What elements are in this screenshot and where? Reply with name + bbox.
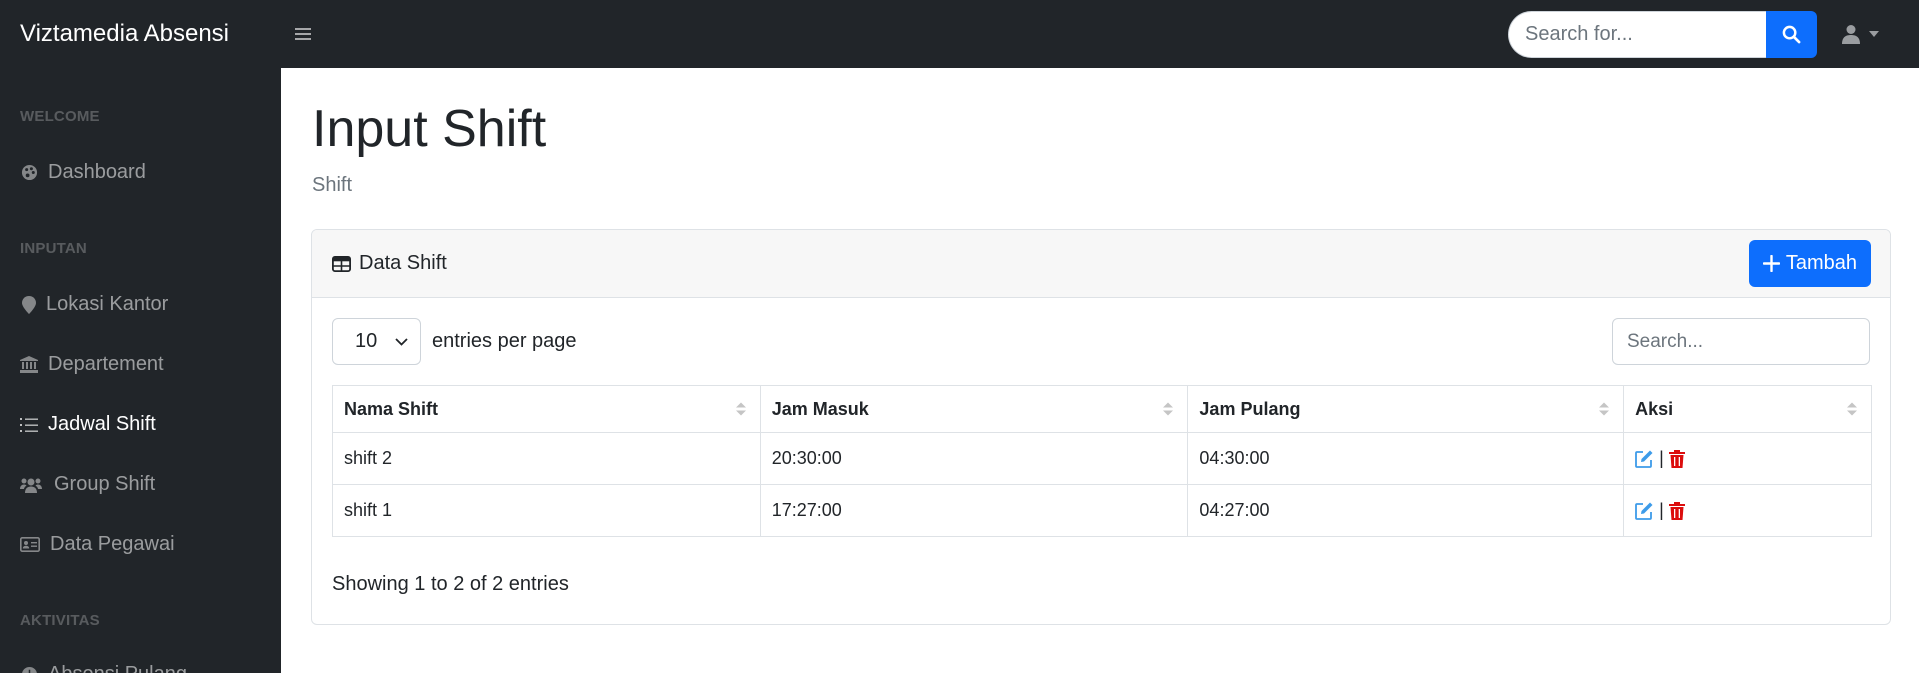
sidebar-toggle-button[interactable] — [288, 27, 318, 41]
column-header-label: Jam Masuk — [771, 398, 869, 419]
bank-icon — [20, 356, 38, 374]
clock-icon — [20, 666, 38, 673]
sidebar-item-label: Group Shift — [54, 473, 156, 495]
sidebar-item-absensi-pulang[interactable]: Absensi Pulang — [20, 663, 187, 673]
cell-jam-masuk: 17:27:00 — [759, 484, 1189, 537]
column-header-jam-masuk[interactable]: Jam Masuk — [759, 385, 1189, 433]
sidebar-item-data-pegawai[interactable]: Data Pegawai — [20, 533, 175, 556]
add-shift-button[interactable]: Tambah — [1748, 240, 1871, 287]
main-content: Input Shift Shift Data Shift Tambah 10 e… — [281, 68, 1919, 673]
cell-jam-pulang: 04:30:00 — [1187, 432, 1625, 485]
users-icon — [20, 476, 42, 494]
palette-icon — [20, 164, 38, 182]
sidebar-item-label: Lokasi Kantor — [46, 293, 169, 315]
trash-icon[interactable] — [1668, 501, 1685, 520]
brand-title[interactable]: Viztamedia Absensi — [0, 20, 280, 48]
cell-jam-masuk: 20:30:00 — [759, 432, 1189, 485]
sidebar-item-label: Dashboard — [48, 161, 146, 183]
column-header-aksi[interactable]: Aksi — [1623, 385, 1872, 433]
caret-down-icon — [1869, 31, 1879, 37]
table-controls: 10 entries per page — [332, 318, 1870, 365]
breadcrumb: Shift — [312, 174, 353, 196]
table-search-input[interactable] — [1612, 318, 1870, 365]
column-header-label: Nama Shift — [344, 398, 439, 419]
user-menu-dropdown[interactable] — [1841, 24, 1879, 44]
table-info: Showing 1 to 2 of 2 entries — [332, 573, 569, 595]
cell-nama-shift: shift 1 — [332, 484, 761, 537]
edit-icon[interactable] — [1635, 449, 1654, 468]
search-icon — [1782, 25, 1801, 43]
hamburger-icon — [295, 28, 311, 40]
card-title-text: Data Shift — [359, 252, 447, 274]
entries-per-page-label: entries per page — [432, 330, 577, 352]
table-row: shift 1 17:27:00 04:27:00 | — [332, 484, 1872, 537]
sidebar-heading-welcome: WELCOME — [20, 108, 100, 125]
sidebar-heading-inputan: INPUTAN — [20, 240, 87, 257]
action-separator: | — [1659, 448, 1664, 468]
top-search-button[interactable] — [1766, 10, 1817, 58]
sidebar: WELCOME Dashboard INPUTAN Lokasi Kantor … — [0, 68, 281, 673]
sidebar-item-label: Data Pegawai — [50, 533, 175, 555]
column-header-label: Jam Pulang — [1199, 398, 1301, 419]
chevron-down-icon — [395, 337, 408, 346]
card-header: Data Shift Tambah — [312, 230, 1890, 298]
sidebar-item-dashboard[interactable]: Dashboard — [20, 161, 146, 184]
trash-icon[interactable] — [1668, 449, 1685, 468]
plus-icon — [1762, 255, 1780, 272]
shift-table: Nama Shift Jam Masuk Jam Pulang Aksi shi… — [332, 385, 1872, 537]
sort-icon — [1847, 402, 1857, 416]
id-card-icon — [20, 536, 40, 554]
column-header-label: Aksi — [1635, 398, 1674, 419]
cell-jam-pulang: 04:27:00 — [1187, 484, 1625, 537]
table-row: shift 2 20:30:00 04:30:00 | — [332, 432, 1872, 485]
table-header-row: Nama Shift Jam Masuk Jam Pulang Aksi — [332, 385, 1872, 433]
top-search-group — [1508, 10, 1817, 58]
add-button-label: Tambah — [1785, 252, 1857, 274]
top-navbar: Viztamedia Absensi — [0, 0, 1919, 68]
entries-per-page-value: 10 — [355, 330, 378, 352]
column-header-nama-shift[interactable]: Nama Shift — [332, 385, 761, 433]
sidebar-item-group-shift[interactable]: Group Shift — [20, 473, 155, 496]
sidebar-heading-aktivitas: AKTIVITAS — [20, 612, 100, 629]
top-search-input[interactable] — [1508, 10, 1766, 58]
data-shift-card: Data Shift Tambah 10 entries per page Se… — [311, 229, 1891, 625]
sidebar-item-label: Departement — [48, 353, 164, 375]
sort-icon — [1163, 402, 1174, 416]
page-title: Input Shift — [312, 100, 547, 158]
sidebar-item-label: Jadwal Shift — [48, 413, 156, 435]
list-ol-icon — [20, 416, 38, 434]
table-icon — [332, 255, 351, 272]
user-icon — [1842, 25, 1860, 44]
cell-aksi: | — [1623, 432, 1872, 485]
cell-nama-shift: shift 2 — [332, 432, 761, 485]
entries-per-page-select[interactable]: 10 — [332, 318, 421, 365]
sidebar-item-label: Absensi Pulang — [48, 663, 187, 673]
edit-icon[interactable] — [1635, 501, 1654, 520]
sidebar-item-jadwal-shift[interactable]: Jadwal Shift — [20, 413, 156, 436]
sort-icon — [735, 402, 746, 416]
cell-aksi: | — [1623, 484, 1872, 537]
column-header-jam-pulang[interactable]: Jam Pulang — [1187, 385, 1625, 433]
sidebar-item-lokasi-kantor[interactable]: Lokasi Kantor — [20, 293, 168, 316]
action-separator: | — [1659, 500, 1664, 520]
sort-icon — [1599, 402, 1610, 416]
sidebar-item-departement[interactable]: Departement — [20, 353, 164, 376]
map-pin-icon — [20, 295, 38, 314]
card-title: Data Shift — [332, 252, 447, 275]
